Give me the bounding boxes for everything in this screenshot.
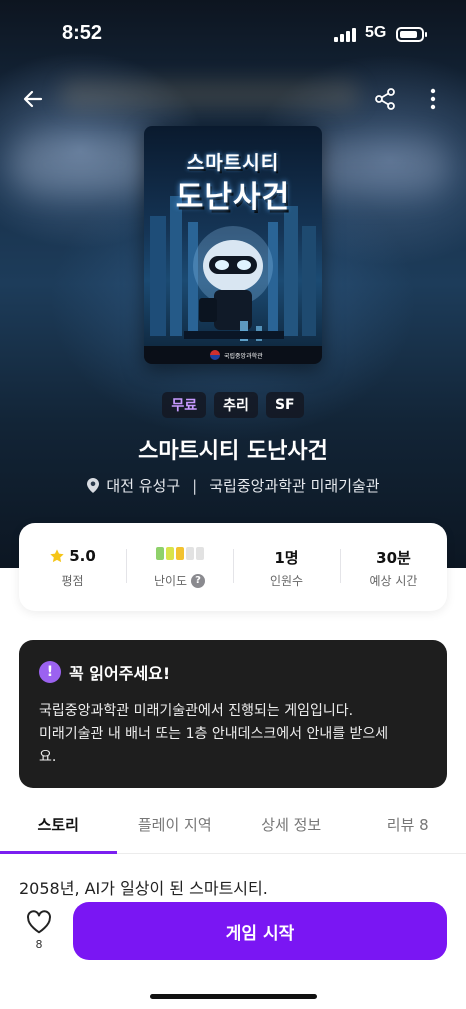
notice-line: 미래기술관 내 배너 또는 1층 안내데스크에서 안내를 받으세 — [39, 726, 389, 742]
difficulty-segment — [165, 547, 174, 560]
location-line: 대전 유성구 | 국립중앙과학관 미래기술관 — [0, 475, 466, 496]
tab-reviews[interactable]: 리뷰 8 — [350, 802, 466, 853]
difficulty-segment — [155, 547, 164, 560]
government-seal-icon — [210, 350, 220, 360]
difficulty-segment — [195, 547, 204, 560]
stats-card: 5.0 평점 난이도 ? 1명 인원수 30분 예상 시간 — [19, 523, 447, 611]
rating-label: 평점 — [61, 574, 84, 588]
stat-duration: 30분 예상 시간 — [340, 523, 447, 611]
tag-sf: SF — [265, 392, 304, 418]
tag-free: 무료 — [162, 392, 207, 418]
back-arrow-icon[interactable] — [18, 84, 48, 114]
share-icon[interactable] — [370, 84, 400, 114]
duration-label: 예상 시간 — [369, 574, 418, 588]
game-title: 스마트시티 도난사건 — [138, 439, 328, 464]
help-icon[interactable]: ? — [191, 573, 206, 588]
tag-mystery: 추리 — [214, 392, 258, 418]
cover-organization: 국립중앙과학관 — [224, 353, 263, 360]
status-time: 8:52 — [62, 22, 103, 44]
notice-box: ! 꼭 읽어주세요! 국립중앙과학관 미래기술관에서 진행되는 게임입니다. 미… — [19, 640, 447, 788]
players-label: 인원수 — [269, 574, 304, 588]
network-label: 5G — [365, 24, 387, 41]
like-button[interactable]: 8 — [22, 910, 56, 951]
start-game-button[interactable]: 게임 시작 — [73, 902, 447, 960]
cover-title-line1: 스마트시티 — [186, 152, 280, 174]
notice-title: 꼭 읽어주세요! — [69, 664, 171, 683]
rating-value: 5.0 — [69, 547, 96, 565]
exclamation-icon: ! — [39, 661, 61, 683]
tab-play-area[interactable]: 플레이 지역 — [117, 802, 234, 853]
location-pin-icon — [87, 478, 100, 493]
game-cover-image: 스마트시티 도난사건 국립중앙과학관 — [144, 126, 322, 364]
players-value: 1명 — [274, 549, 299, 567]
difficulty-meter — [155, 547, 204, 560]
stat-players: 1명 인원수 — [233, 523, 340, 611]
tab-details[interactable]: 상세 정보 — [233, 802, 350, 853]
notice-line: 요. — [39, 749, 57, 765]
signal-icon — [334, 28, 358, 42]
location-region: 대전 유성구 — [106, 477, 181, 495]
tab-story[interactable]: 스토리 — [0, 802, 117, 854]
duration-value: 30분 — [376, 549, 411, 567]
cover-footer: 국립중앙과학관 — [144, 346, 322, 364]
location-place: 국립중앙과학관 미래기술관 — [209, 477, 380, 495]
battery-icon — [396, 27, 427, 42]
difficulty-segment — [185, 547, 194, 560]
notice-line: 국립중앙과학관 미래기술관에서 진행되는 게임입니다. — [39, 703, 354, 719]
detail-tabs: 스토리 플레이 지역 상세 정보 리뷰 8 — [0, 802, 466, 854]
genre-tags: 무료 추리 SF — [0, 392, 466, 418]
star-icon — [50, 549, 64, 563]
like-count: 8 — [35, 938, 43, 951]
stat-difficulty: 난이도 ? — [126, 523, 233, 611]
bottom-action-bar: 8 게임 시작 — [0, 896, 466, 1009]
difficulty-label: 난이도 — [153, 574, 188, 588]
cover-title-line2: 도난사건 — [175, 180, 291, 215]
status-bar: 8:52 5G — [0, 0, 466, 60]
home-indicator — [150, 994, 317, 999]
more-icon[interactable] — [418, 84, 448, 114]
difficulty-segment — [175, 547, 184, 560]
heart-icon — [27, 910, 51, 934]
stat-rating: 5.0 평점 — [19, 523, 126, 611]
